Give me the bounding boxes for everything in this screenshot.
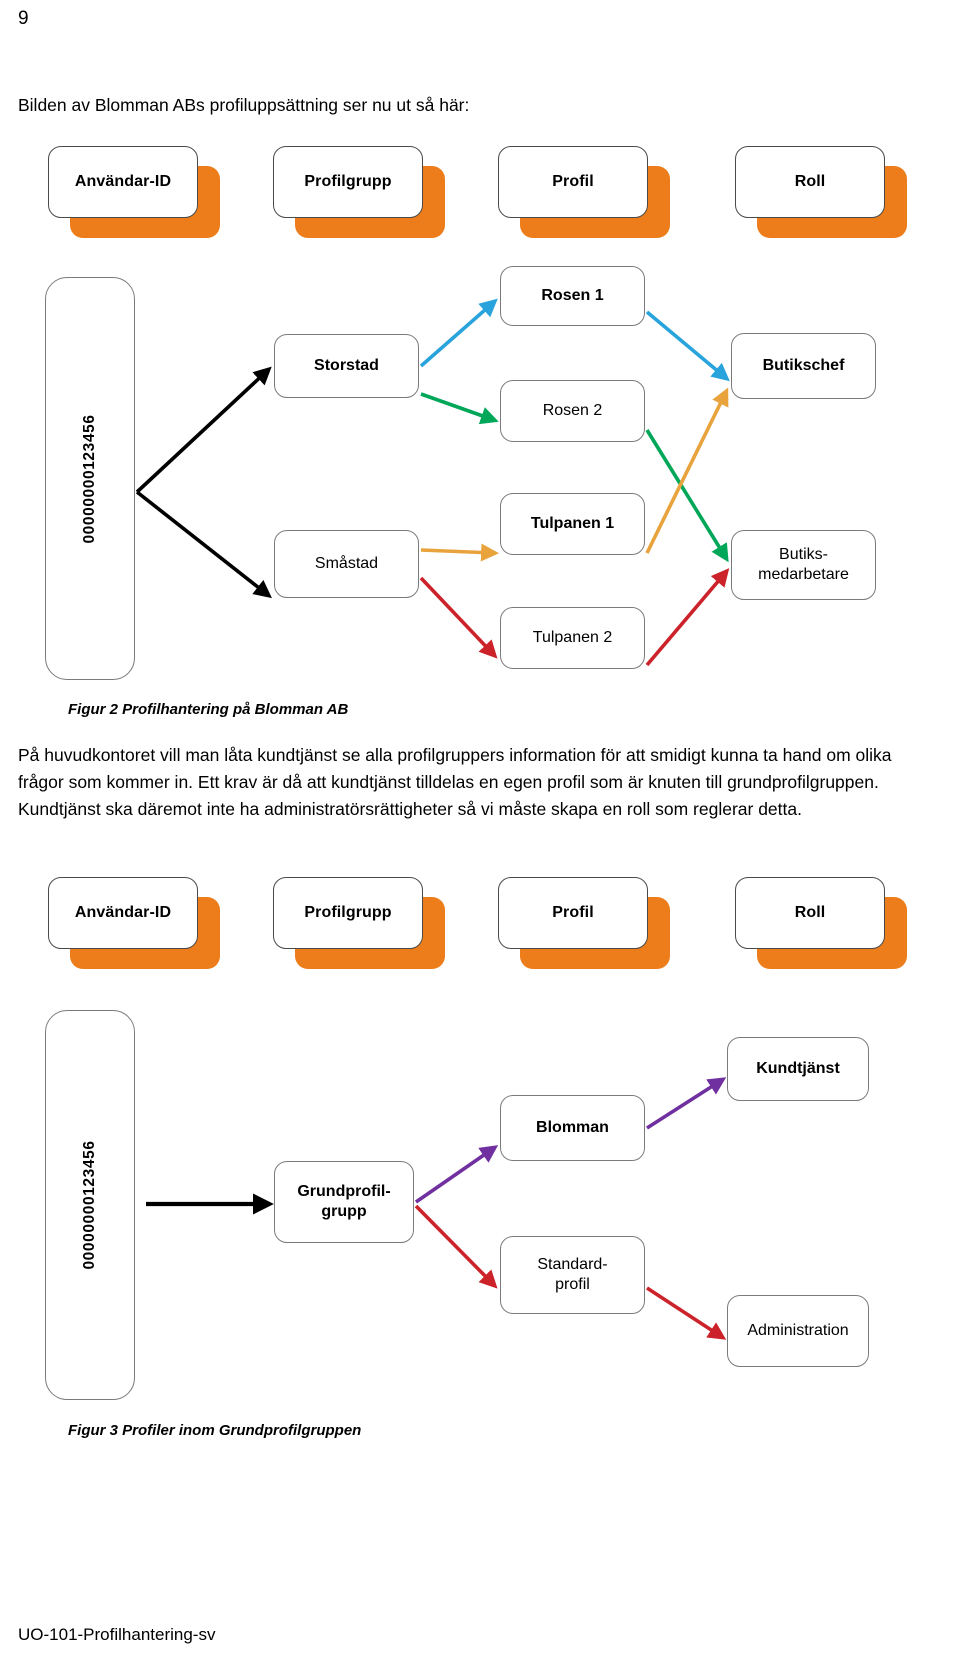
page-number: 9 bbox=[18, 8, 29, 29]
node-tulpanen-1: Tulpanen 1 bbox=[500, 493, 645, 555]
arrow-grundprofilgrupp-to-blomman bbox=[414, 1145, 499, 1204]
group-label-line2: grupp bbox=[321, 1203, 367, 1220]
user-id-label: 00000000123456 bbox=[81, 1140, 98, 1270]
body-paragraph: På huvudkontoret vill man låta kundtjäns… bbox=[18, 745, 892, 819]
header-card-roll-2: Roll bbox=[735, 877, 907, 969]
card-face: Användar-ID bbox=[48, 146, 198, 218]
node-storstad: Storstad bbox=[274, 334, 419, 398]
header-card-anvandar-id: Användar-ID bbox=[48, 146, 220, 238]
diagram-arrows bbox=[135, 298, 730, 1340]
header-card-label: Användar-ID bbox=[74, 904, 172, 921]
arrow-blomman-to-kundtjanst bbox=[646, 1077, 727, 1130]
arrow-smastad-to-tulpanen2 bbox=[419, 576, 498, 659]
header-card-label: Profilgrupp bbox=[304, 173, 392, 190]
node-blomman: Blomman bbox=[500, 1095, 645, 1161]
group-label-line1: Grundprofil- bbox=[297, 1183, 391, 1200]
header-card-profilgrupp: Profilgrupp bbox=[273, 146, 445, 238]
role-label-line2: medarbetare bbox=[758, 566, 849, 583]
arrow-tulpanen2-to-butiksmedarbetare bbox=[645, 568, 730, 667]
header-card-label: Profil bbox=[552, 173, 594, 190]
figure-3-caption: Figur 3 Profiler inom Grundprofilgruppen bbox=[68, 1422, 362, 1439]
arrow-smastad-to-tulpanen1 bbox=[420, 543, 500, 562]
card-face: Roll bbox=[735, 877, 885, 949]
node-standardprofil: Standard- profil bbox=[500, 1236, 645, 1314]
arrow-rosen1-to-butikschef bbox=[645, 310, 730, 382]
card-face: Användar-ID bbox=[48, 877, 198, 949]
arrow-grundprofilgrupp-to-standardprofil bbox=[414, 1204, 498, 1289]
user-id-box-figure2: 00000000123456 bbox=[45, 277, 135, 680]
role-label-line1: Butiks- bbox=[779, 546, 828, 563]
arrow-userid-to-smastad bbox=[135, 490, 272, 599]
figure-2-caption: Figur 2 Profilhantering på Blomman AB bbox=[68, 701, 349, 718]
header-card-label: Profil bbox=[552, 904, 594, 921]
document-page: 9 Bilden av Blomman ABs profiluppsättnin… bbox=[0, 0, 960, 1666]
profile-label-line2: profil bbox=[555, 1276, 590, 1293]
arrow-storstad-to-rosen2 bbox=[420, 392, 499, 425]
arrow-tulpanen1-to-butikschef bbox=[645, 387, 729, 554]
node-tulpanen-2: Tulpanen 2 bbox=[500, 607, 645, 669]
node-rosen-2: Rosen 2 bbox=[500, 380, 645, 442]
node-smastad: Småstad bbox=[274, 530, 419, 598]
arrow-storstad-to-rosen1 bbox=[419, 298, 498, 368]
node-grundprofilgrupp: Grundprofil- grupp bbox=[274, 1161, 414, 1243]
user-id-box-figure3: 00000000123456 bbox=[45, 1010, 135, 1400]
node-kundtjanst: Kundtjänst bbox=[727, 1037, 869, 1101]
profile-label-line1: Standard- bbox=[537, 1256, 608, 1273]
arrow-standardprofil-to-administration bbox=[646, 1286, 727, 1340]
header-card-roll: Roll bbox=[735, 146, 907, 238]
arrow-rosen2-to-butiksmedarbetare bbox=[645, 429, 729, 563]
user-id-label: 00000000123456 bbox=[81, 413, 98, 544]
footer-text: UO-101-Profilhantering-sv bbox=[18, 1625, 216, 1644]
header-card-profilgrupp-2: Profilgrupp bbox=[273, 877, 445, 969]
node-rosen-1: Rosen 1 bbox=[500, 266, 645, 326]
header-card-profil-2: Profil bbox=[498, 877, 670, 969]
node-butikschef: Butikschef bbox=[731, 333, 876, 399]
card-face: Profil bbox=[498, 877, 648, 949]
node-butiksmedarbetare: Butiks- medarbetare bbox=[731, 530, 876, 600]
intro-text: Bilden av Blomman ABs profiluppsättning … bbox=[18, 95, 470, 115]
header-card-profil: Profil bbox=[498, 146, 670, 238]
card-face: Profil bbox=[498, 146, 648, 218]
arrow-userid-to-storstad bbox=[135, 366, 272, 494]
card-face: Roll bbox=[735, 146, 885, 218]
card-face: Profilgrupp bbox=[273, 877, 423, 949]
header-card-anvandar-id-2: Användar-ID bbox=[48, 877, 220, 969]
header-card-label: Användar-ID bbox=[74, 173, 172, 190]
header-card-label: Roll bbox=[794, 173, 826, 190]
header-card-label: Roll bbox=[794, 904, 826, 921]
card-face: Profilgrupp bbox=[273, 146, 423, 218]
node-administration: Administration bbox=[727, 1295, 869, 1367]
header-card-label: Profilgrupp bbox=[304, 904, 392, 921]
